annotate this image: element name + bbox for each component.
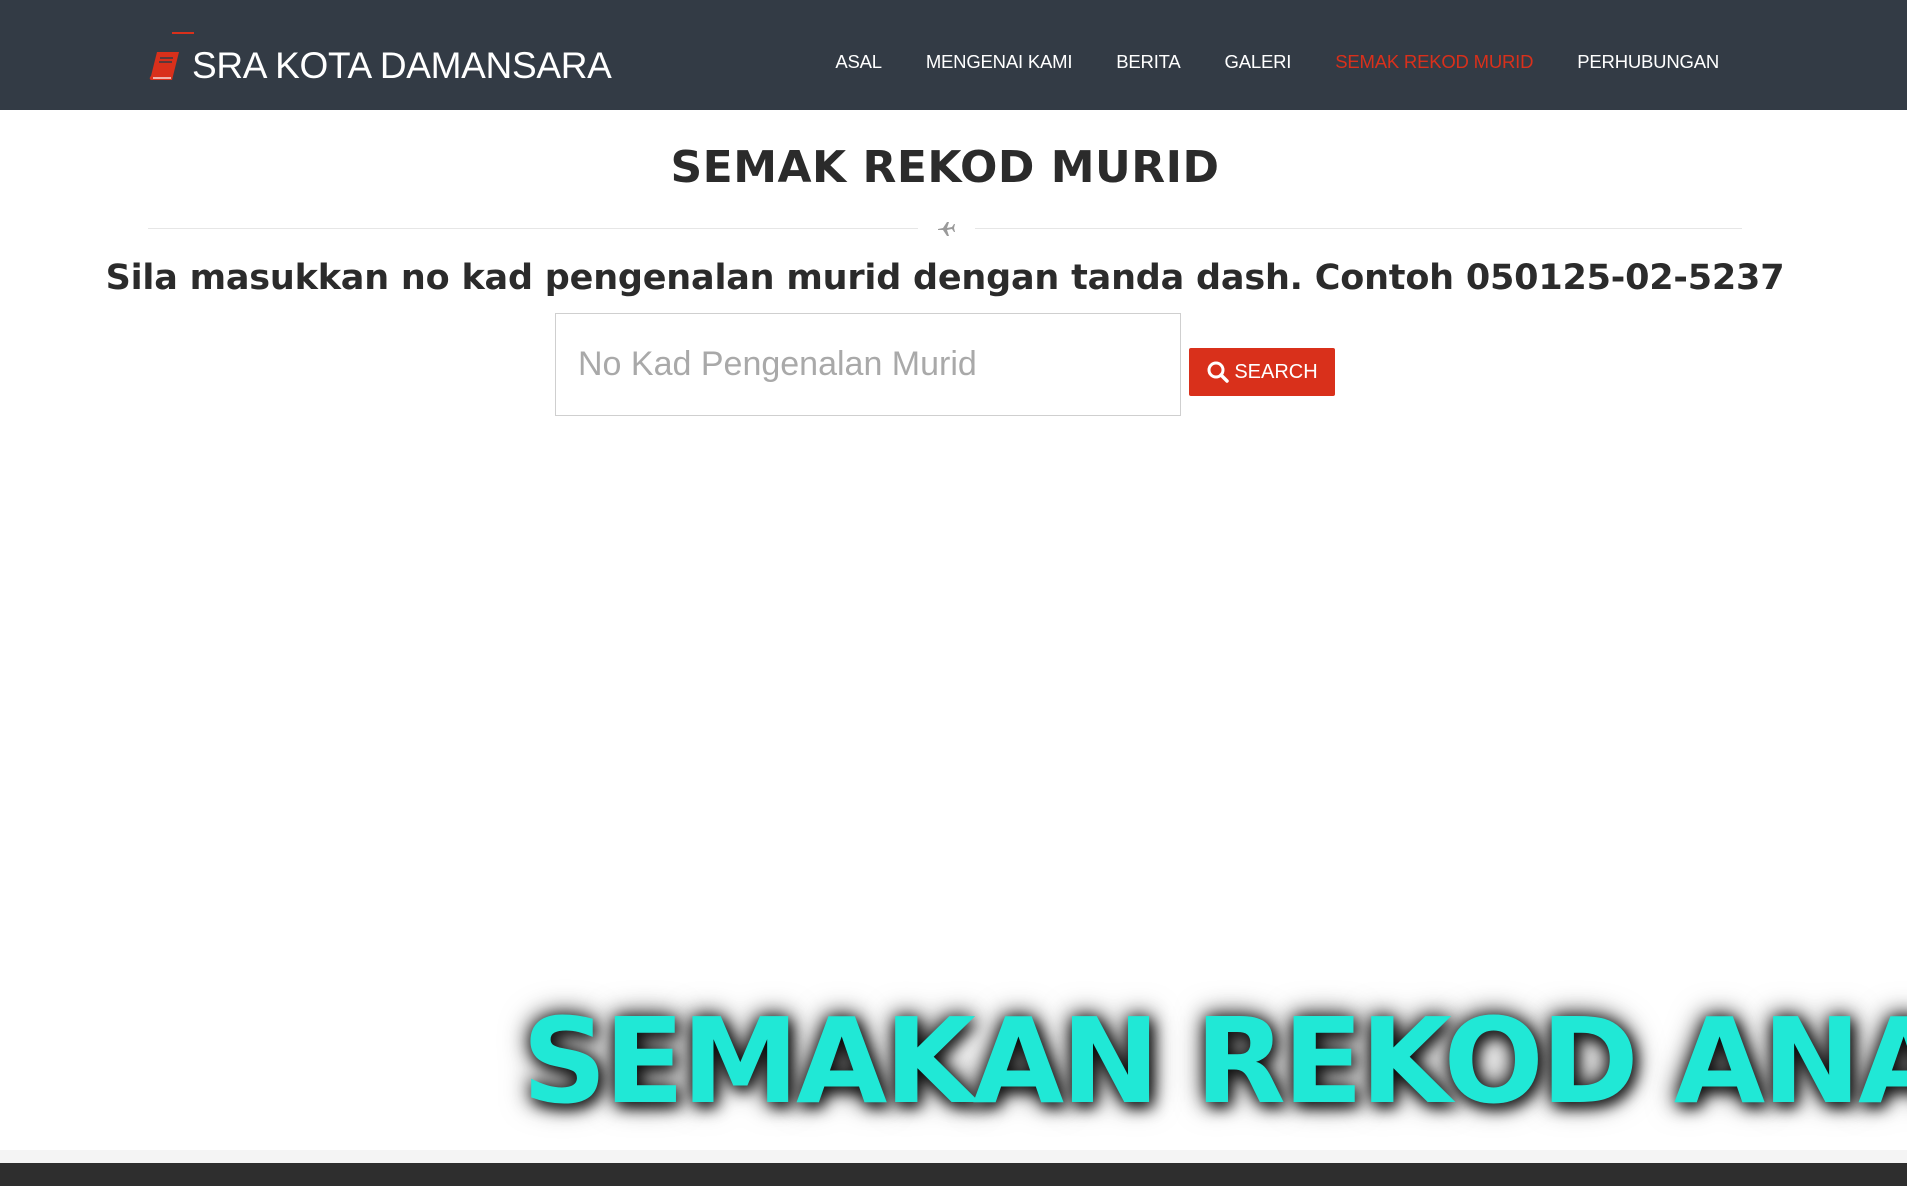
nav-item-berita[interactable]: BERITA <box>1116 51 1180 73</box>
top-navbar: SRA KOTA DAMANSARA ASAL MENGENAI KAMI BE… <box>0 0 1907 110</box>
footer-shade <box>0 1150 1907 1163</box>
page: SRA KOTA DAMANSARA ASAL MENGENAI KAMI BE… <box>0 0 1907 1186</box>
nav-item-semak-rekod-murid[interactable]: SEMAK REKOD MURID <box>1335 51 1533 73</box>
brand-accent-line <box>172 32 194 34</box>
nav-item-mengenai-kami[interactable]: MENGENAI KAMI <box>926 51 1073 73</box>
nav-item-perhubungan[interactable]: PERHUBUNGAN <box>1577 51 1719 73</box>
divider-right <box>975 228 1742 229</box>
main-nav: ASAL MENGENAI KAMI BERITA GALERI SEMAK R… <box>791 51 1719 73</box>
nav-item-asal[interactable]: ASAL <box>835 51 882 73</box>
ic-number-input[interactable] <box>555 313 1181 416</box>
brand-logo-link[interactable]: SRA KOTA DAMANSARA <box>148 44 612 88</box>
plane-icon <box>936 218 956 238</box>
footer-bar <box>0 1163 1907 1186</box>
page-title: SEMAK REKOD MURID <box>670 142 1220 193</box>
divider-left <box>148 228 918 229</box>
brand-name: SRA KOTA DAMANSARA <box>192 45 612 86</box>
search-button[interactable]: SEARCH <box>1189 348 1335 396</box>
search-icon <box>1206 360 1230 384</box>
instruction-text: Sila masukkan no kad pengenalan murid de… <box>105 258 1785 298</box>
book-icon <box>148 49 182 83</box>
overlay-caption: SEMAKAN REKOD ANAK <box>522 992 1907 1130</box>
nav-item-galeri[interactable]: GALERI <box>1225 51 1292 73</box>
search-button-label: SEARCH <box>1234 360 1318 383</box>
